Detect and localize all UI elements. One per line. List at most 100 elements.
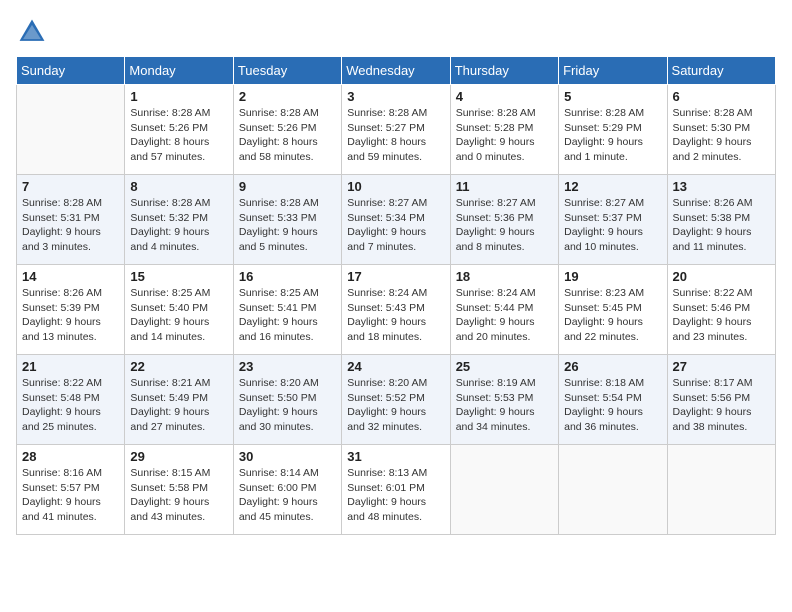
calendar-table: SundayMondayTuesdayWednesdayThursdayFrid… (16, 56, 776, 535)
calendar-row: 7 Sunrise: 8:28 AMSunset: 5:31 PMDaylight… (17, 175, 776, 265)
weekday-header: Friday (559, 57, 667, 85)
day-number: 11 (456, 179, 553, 194)
day-info: Sunrise: 8:28 AMSunset: 5:32 PMDaylight:… (130, 196, 227, 255)
day-info: Sunrise: 8:16 AMSunset: 5:57 PMDaylight:… (22, 466, 119, 525)
calendar-cell: 10 Sunrise: 8:27 AMSunset: 5:34 PMDayligh… (342, 175, 450, 265)
day-number: 3 (347, 89, 444, 104)
day-number: 1 (130, 89, 227, 104)
day-info: Sunrise: 8:28 AMSunset: 5:30 PMDaylight:… (673, 106, 770, 165)
weekday-header: Wednesday (342, 57, 450, 85)
day-number: 18 (456, 269, 553, 284)
calendar-cell: 16 Sunrise: 8:25 AMSunset: 5:41 PMDayligh… (233, 265, 341, 355)
day-info: Sunrise: 8:15 AMSunset: 5:58 PMDaylight:… (130, 466, 227, 525)
day-info: Sunrise: 8:26 AMSunset: 5:38 PMDaylight:… (673, 196, 770, 255)
calendar-cell: 12Sunrise: 8:27 AMSunset: 5:37 PMDayligh… (559, 175, 667, 265)
calendar-cell: 1 Sunrise: 8:28 AMSunset: 5:26 PMDaylight… (125, 85, 233, 175)
day-info: Sunrise: 8:19 AMSunset: 5:53 PMDaylight:… (456, 376, 553, 435)
day-info: Sunrise: 8:18 AMSunset: 5:54 PMDaylight:… (564, 376, 661, 435)
calendar-cell: 20 Sunrise: 8:22 AMSunset: 5:46 PMDayligh… (667, 265, 775, 355)
day-number: 16 (239, 269, 336, 284)
day-number: 7 (22, 179, 119, 194)
calendar-cell: 7 Sunrise: 8:28 AMSunset: 5:31 PMDaylight… (17, 175, 125, 265)
day-number: 21 (22, 359, 119, 374)
calendar-cell: 4 Sunrise: 8:28 AMSunset: 5:28 PMDaylight… (450, 85, 558, 175)
calendar-cell: 25 Sunrise: 8:19 AMSunset: 5:53 PMDayligh… (450, 355, 558, 445)
day-info: Sunrise: 8:28 AMSunset: 5:31 PMDaylight:… (22, 196, 119, 255)
weekday-header: Saturday (667, 57, 775, 85)
calendar-row: 21 Sunrise: 8:22 AMSunset: 5:48 PMDayligh… (17, 355, 776, 445)
calendar-cell (559, 445, 667, 535)
day-info: Sunrise: 8:24 AMSunset: 5:43 PMDaylight:… (347, 286, 444, 345)
calendar-cell: 15 Sunrise: 8:25 AMSunset: 5:40 PMDayligh… (125, 265, 233, 355)
day-number: 10 (347, 179, 444, 194)
day-info: Sunrise: 8:14 AMSunset: 6:00 PMDaylight:… (239, 466, 336, 525)
calendar-cell: 27Sunrise: 8:17 AMSunset: 5:56 PMDayligh… (667, 355, 775, 445)
day-info: Sunrise: 8:20 AMSunset: 5:52 PMDaylight:… (347, 376, 444, 435)
weekday-header: Sunday (17, 57, 125, 85)
day-info: Sunrise: 8:22 AMSunset: 5:46 PMDaylight:… (673, 286, 770, 345)
calendar-cell: 8Sunrise: 8:28 AMSunset: 5:32 PMDaylight… (125, 175, 233, 265)
calendar-cell: 30 Sunrise: 8:14 AMSunset: 6:00 PMDayligh… (233, 445, 341, 535)
weekday-header-row: SundayMondayTuesdayWednesdayThursdayFrid… (17, 57, 776, 85)
calendar-cell: 2 Sunrise: 8:28 AMSunset: 5:26 PMDaylight… (233, 85, 341, 175)
day-info: Sunrise: 8:23 AMSunset: 5:45 PMDaylight:… (564, 286, 661, 345)
day-number: 27 (673, 359, 770, 374)
day-number: 13 (673, 179, 770, 194)
day-number: 19 (564, 269, 661, 284)
calendar-cell: 5 Sunrise: 8:28 AMSunset: 5:29 PMDaylight… (559, 85, 667, 175)
day-number: 9 (239, 179, 336, 194)
calendar-row: 28 Sunrise: 8:16 AMSunset: 5:57 PMDayligh… (17, 445, 776, 535)
calendar-cell: 29 Sunrise: 8:15 AMSunset: 5:58 PMDayligh… (125, 445, 233, 535)
day-number: 14 (22, 269, 119, 284)
logo (16, 16, 52, 48)
calendar-cell: 14 Sunrise: 8:26 AMSunset: 5:39 PMDayligh… (17, 265, 125, 355)
day-number: 5 (564, 89, 661, 104)
day-info: Sunrise: 8:13 AMSunset: 6:01 PMDaylight:… (347, 466, 444, 525)
day-info: Sunrise: 8:20 AMSunset: 5:50 PMDaylight:… (239, 376, 336, 435)
day-number: 31 (347, 449, 444, 464)
day-number: 29 (130, 449, 227, 464)
calendar-cell: 31 Sunrise: 8:13 AMSunset: 6:01 PMDayligh… (342, 445, 450, 535)
day-number: 15 (130, 269, 227, 284)
weekday-header: Monday (125, 57, 233, 85)
day-info: Sunrise: 8:25 AMSunset: 5:40 PMDaylight:… (130, 286, 227, 345)
day-info: Sunrise: 8:28 AMSunset: 5:29 PMDaylight:… (564, 106, 661, 165)
day-number: 20 (673, 269, 770, 284)
day-number: 30 (239, 449, 336, 464)
day-number: 12 (564, 179, 661, 194)
day-number: 23 (239, 359, 336, 374)
day-number: 4 (456, 89, 553, 104)
logo-icon (16, 16, 48, 48)
calendar-row: 14 Sunrise: 8:26 AMSunset: 5:39 PMDayligh… (17, 265, 776, 355)
day-number: 22 (130, 359, 227, 374)
day-info: Sunrise: 8:28 AMSunset: 5:28 PMDaylight:… (456, 106, 553, 165)
calendar-cell: 28 Sunrise: 8:16 AMSunset: 5:57 PMDayligh… (17, 445, 125, 535)
day-info: Sunrise: 8:22 AMSunset: 5:48 PMDaylight:… (22, 376, 119, 435)
day-number: 25 (456, 359, 553, 374)
weekday-header: Thursday (450, 57, 558, 85)
day-info: Sunrise: 8:25 AMSunset: 5:41 PMDaylight:… (239, 286, 336, 345)
day-info: Sunrise: 8:28 AMSunset: 5:33 PMDaylight:… (239, 196, 336, 255)
day-info: Sunrise: 8:28 AMSunset: 5:26 PMDaylight:… (239, 106, 336, 165)
weekday-header: Tuesday (233, 57, 341, 85)
calendar-cell: 3 Sunrise: 8:28 AMSunset: 5:27 PMDaylight… (342, 85, 450, 175)
calendar-cell: 18Sunrise: 8:24 AMSunset: 5:44 PMDayligh… (450, 265, 558, 355)
page-header (16, 16, 776, 48)
calendar-cell: 11Sunrise: 8:27 AMSunset: 5:36 PMDayligh… (450, 175, 558, 265)
day-info: Sunrise: 8:27 AMSunset: 5:34 PMDaylight:… (347, 196, 444, 255)
calendar-cell: 17Sunrise: 8:24 AMSunset: 5:43 PMDayligh… (342, 265, 450, 355)
calendar-row: 1 Sunrise: 8:28 AMSunset: 5:26 PMDaylight… (17, 85, 776, 175)
calendar-cell: 19 Sunrise: 8:23 AMSunset: 5:45 PMDayligh… (559, 265, 667, 355)
day-number: 28 (22, 449, 119, 464)
calendar-cell (17, 85, 125, 175)
calendar-cell: 23 Sunrise: 8:20 AMSunset: 5:50 PMDayligh… (233, 355, 341, 445)
calendar-cell: 21 Sunrise: 8:22 AMSunset: 5:48 PMDayligh… (17, 355, 125, 445)
day-number: 2 (239, 89, 336, 104)
calendar-cell: 9 Sunrise: 8:28 AMSunset: 5:33 PMDaylight… (233, 175, 341, 265)
calendar-cell (667, 445, 775, 535)
day-info: Sunrise: 8:28 AMSunset: 5:27 PMDaylight:… (347, 106, 444, 165)
day-number: 6 (673, 89, 770, 104)
day-info: Sunrise: 8:26 AMSunset: 5:39 PMDaylight:… (22, 286, 119, 345)
calendar-cell: 24Sunrise: 8:20 AMSunset: 5:52 PMDayligh… (342, 355, 450, 445)
day-info: Sunrise: 8:28 AMSunset: 5:26 PMDaylight:… (130, 106, 227, 165)
